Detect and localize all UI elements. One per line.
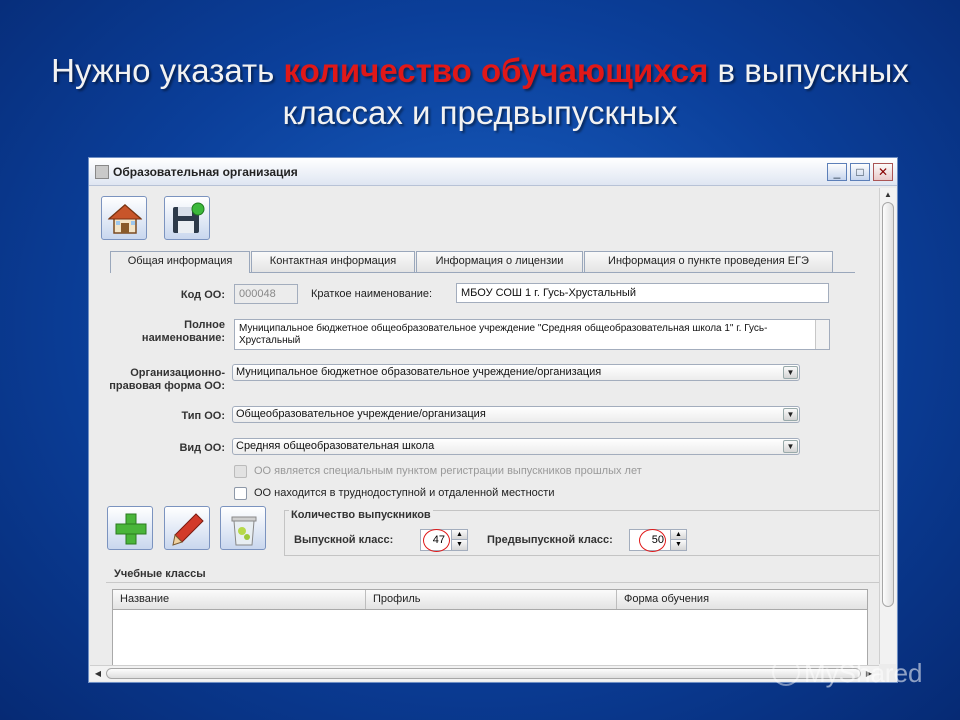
legal-form-value: Муниципальное бюджетное образовательное …: [236, 366, 602, 378]
scroll-up-icon[interactable]: ▲: [882, 189, 894, 201]
spinner-down-icon[interactable]: ▼: [670, 540, 686, 550]
highlight-circle: [423, 529, 450, 552]
special-point-label: ОО является специальным пунктом регистра…: [254, 465, 642, 477]
maximize-button[interactable]: □: [850, 163, 870, 181]
window-vertical-scrollbar[interactable]: ▲: [879, 188, 896, 664]
delete-class-button[interactable]: [220, 506, 266, 550]
spinner-down-icon[interactable]: ▼: [451, 540, 467, 550]
column-header-study-form[interactable]: Форма обучения: [617, 590, 867, 609]
code-label: Код ОО:: [180, 289, 225, 301]
home-icon: [107, 204, 143, 234]
full-name-scrollbar[interactable]: [815, 320, 829, 349]
window-title: Образовательная организация: [113, 165, 298, 179]
scroll-thumb[interactable]: [882, 202, 894, 607]
full-name-label-line2: наименование:: [141, 332, 225, 344]
legal-form-label: Организационно- правовая форма ОО:: [99, 367, 225, 393]
legal-form-label-line2: правовая форма ОО:: [109, 380, 225, 392]
edit-class-button[interactable]: [164, 506, 210, 550]
kind-select[interactable]: Средняя общеобразовательная школа ▼: [232, 438, 800, 455]
classes-section-title: Учебные классы: [114, 568, 206, 580]
type-value: Общеобразовательное учреждение/организац…: [236, 408, 486, 420]
highlight-circle: [639, 529, 666, 552]
type-label: Тип ОО:: [181, 410, 225, 422]
watermark-logo-icon: [772, 658, 800, 686]
chevron-down-icon[interactable]: ▼: [783, 440, 798, 453]
save-button[interactable]: [164, 196, 210, 240]
classes-table-header: Название Профиль Форма обучения: [113, 590, 867, 610]
window-titlebar[interactable]: Образовательная организация _ □ ✕: [89, 158, 897, 186]
classes-section-divider: [106, 582, 880, 583]
remote-location-checkbox[interactable]: [234, 487, 247, 500]
home-button[interactable]: [101, 196, 147, 240]
full-name-field[interactable]: Муниципальное бюджетное общеобразователь…: [234, 319, 830, 350]
slide-title-highlight: количество обучающихся: [283, 52, 709, 89]
short-name-field[interactable]: МБОУ СОШ 1 г. Гусь-Хрустальный: [456, 283, 829, 303]
app-window: Образовательная организация _ □ ✕ Общая …: [88, 157, 898, 683]
pencil-icon: [172, 513, 204, 546]
full-name-text: Муниципальное бюджетное общеобразователь…: [239, 323, 768, 346]
tab-exam-point-info[interactable]: Информация о пункте проведения ЕГЭ: [584, 251, 833, 272]
watermark-text: MyShared: [804, 658, 923, 688]
tab-contact-info[interactable]: Контактная информация: [251, 251, 415, 272]
save-icon: [173, 202, 205, 233]
type-select[interactable]: Общеобразовательное учреждение/организац…: [232, 406, 800, 423]
tab-license-info[interactable]: Информация о лицензии: [416, 251, 583, 272]
watermark: MyShared: [772, 658, 923, 689]
tab-general-info[interactable]: Общая информация: [110, 251, 250, 273]
code-field: 000048: [234, 284, 298, 304]
slide-title: Нужно указать количество обучающихся в в…: [40, 50, 920, 134]
add-class-button[interactable]: [107, 506, 153, 550]
column-header-name[interactable]: Название: [113, 590, 366, 609]
full-name-label: Полное наименование:: [109, 319, 225, 345]
column-header-profile[interactable]: Профиль: [366, 590, 617, 609]
chevron-down-icon[interactable]: ▼: [783, 408, 798, 421]
graduate-class-label: Выпускной класс:: [294, 534, 394, 546]
app-icon: [95, 165, 109, 179]
legal-form-select[interactable]: Муниципальное бюджетное образовательное …: [232, 364, 800, 381]
remote-location-label: ОО находится в труднодоступной и отдален…: [254, 487, 555, 499]
short-name-label: Краткое наименование:: [311, 288, 433, 300]
graduates-group-title: Количество выпускников: [289, 509, 433, 521]
chevron-down-icon[interactable]: ▼: [783, 366, 798, 379]
close-button[interactable]: ✕: [873, 163, 893, 181]
kind-label: Вид ОО:: [179, 442, 225, 454]
special-point-checkbox[interactable]: [234, 465, 247, 478]
pre-graduate-class-label: Предвыпускной класс:: [487, 534, 613, 546]
spinner-up-icon[interactable]: ▲: [670, 530, 686, 540]
full-name-label-line1: Полное: [184, 319, 225, 331]
minimize-button[interactable]: _: [827, 163, 847, 181]
trash-icon: [231, 516, 257, 546]
slide-title-part1: Нужно указать: [51, 52, 284, 89]
plus-icon: [115, 513, 147, 545]
spinner-up-icon[interactable]: ▲: [451, 530, 467, 540]
classes-table: Название Профиль Форма обучения: [112, 589, 868, 669]
kind-value: Средняя общеобразовательная школа: [236, 440, 435, 452]
window-horizontal-scrollbar[interactable]: ◀ ▶: [90, 665, 879, 681]
scroll-thumb[interactable]: [106, 668, 861, 679]
scroll-left-icon[interactable]: ◀: [92, 668, 104, 680]
legal-form-label-line1: Организационно-: [130, 367, 225, 379]
